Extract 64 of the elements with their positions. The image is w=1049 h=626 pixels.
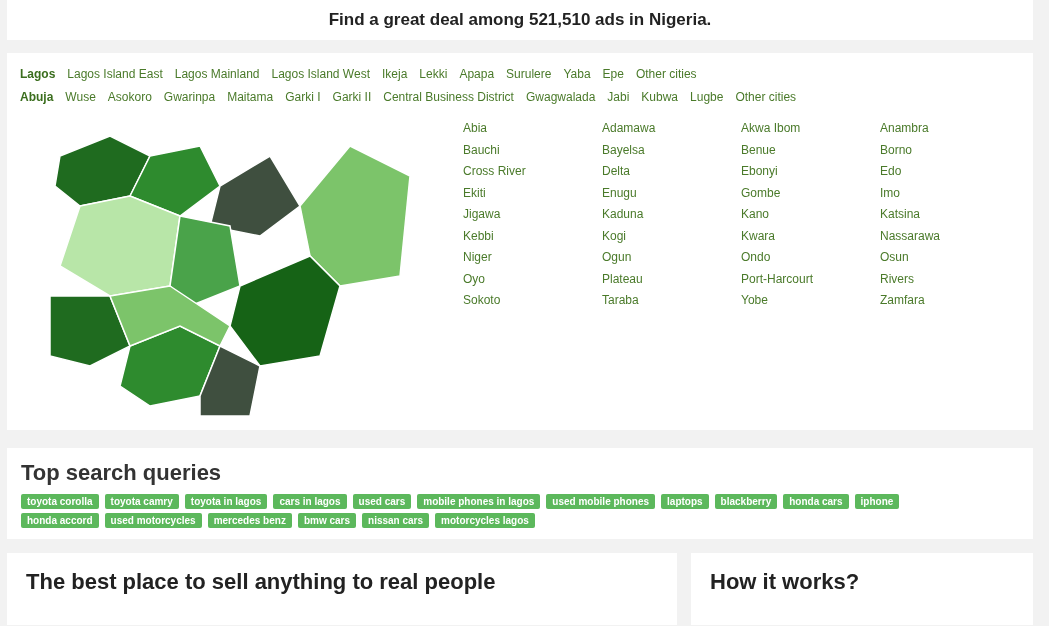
area-link[interactable]: Surulere [506,67,552,81]
state-link[interactable]: Anambra [880,120,1019,136]
area-link[interactable]: Other cities [735,90,797,104]
area-link[interactable]: Ikeja [382,67,408,81]
section-title: The best place to sell anything to real people [26,569,497,595]
area-link[interactable]: Garki II [332,90,372,104]
state-link[interactable]: Bauchi [463,141,602,158]
area-link[interactable]: Garki I [285,90,321,104]
state-link[interactable]: Cross River [463,163,602,179]
state-link[interactable]: Gombe [741,184,880,201]
state-link[interactable]: Kaduna [602,206,741,222]
area-link[interactable]: Lagos Island West [271,67,370,81]
state-link[interactable]: Imo [880,184,1019,201]
state-link[interactable]: Yobe [741,292,880,308]
state-link[interactable]: Kano [741,206,880,222]
state-link[interactable]: Borno [880,141,1019,158]
area-link[interactable]: Gwagwalada [525,90,596,104]
state-link[interactable]: Taraba [602,292,741,308]
state-link[interactable]: Benue [741,141,880,158]
state-link[interactable]: Kebbi [463,227,602,244]
state-link[interactable]: Bayelsa [602,141,741,158]
state-link[interactable]: Abia [463,120,602,136]
state-link[interactable]: Rivers [880,270,1019,287]
state-link[interactable]: Kwara [741,227,880,244]
area-link[interactable]: Lagos Island East [67,67,163,81]
area-link[interactable]: Lagos Mainland [174,67,260,81]
state-link[interactable]: Jigawa [463,206,602,222]
area-link[interactable]: Maitama [227,90,274,104]
section-title: How it works? [710,569,861,595]
state-link[interactable]: Ekiti [463,184,602,201]
city-link[interactable]: Lagos [20,67,56,81]
area-link[interactable]: Jabi [607,90,630,104]
state-link[interactable]: Katsina [880,206,1019,222]
area-link[interactable]: Other cities [635,67,697,81]
state-link[interactable]: Enugu [602,184,741,201]
state-link[interactable]: Akwa Ibom [741,120,880,136]
state-link[interactable]: Kogi [602,227,741,244]
state-link[interactable]: Sokoto [463,292,602,308]
state-link[interactable]: Plateau [602,270,741,287]
state-link[interactable]: Edo [880,163,1019,179]
state-link[interactable]: Niger [463,249,602,265]
state-link[interactable]: Zamfara [880,292,1019,308]
headline: Find a great deal among 521,510 ads in Nigeria. [328,10,712,30]
area-link[interactable]: Wuse [65,90,96,104]
area-link[interactable]: Lekki [419,67,448,81]
state-link[interactable]: Delta [602,163,741,179]
state-link[interactable]: Osun [880,249,1019,265]
state-link[interactable]: Adamawa [602,120,741,136]
area-link[interactable]: Asokoro [107,90,152,104]
state-link[interactable]: Nassarawa [880,227,1019,244]
area-link[interactable]: Yaba [563,67,591,81]
city-link[interactable]: Abuja [20,90,54,104]
state-link[interactable]: Ondo [741,249,880,265]
area-link[interactable]: Apapa [459,67,495,81]
state-link[interactable]: Port-Harcourt [741,270,880,287]
area-link[interactable]: Central Business District [383,90,514,104]
state-link[interactable]: Ogun [602,249,741,265]
area-link[interactable]: Epe [602,67,624,81]
state-link[interactable]: Oyo [463,270,602,287]
area-link[interactable]: Lugbe [690,90,724,104]
section-title: Top search queries [21,460,223,486]
state-link[interactable]: Ebonyi [741,163,880,179]
area-link[interactable]: Gwarinpa [163,90,216,104]
area-link[interactable]: Kubwa [641,90,679,104]
